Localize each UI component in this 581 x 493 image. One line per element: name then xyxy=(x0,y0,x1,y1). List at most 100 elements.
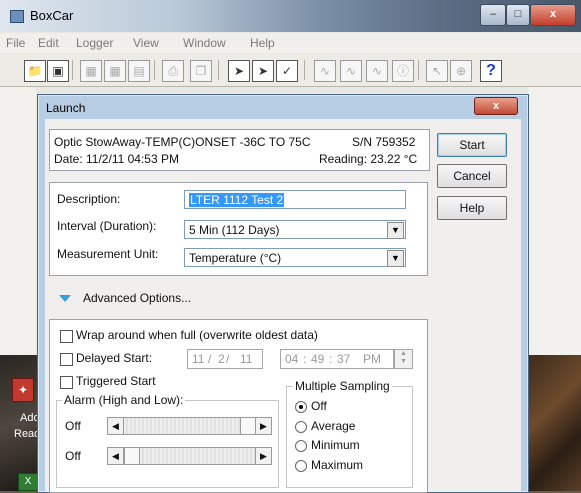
launch-date: Date: 11/2/11 04:53 PM xyxy=(54,152,179,166)
title-bar: BoxCar – □ x xyxy=(0,0,581,32)
logger-info-panel: Optic StowAway-TEMP(C)ONSET -36C TO 75C … xyxy=(49,129,430,171)
sampling-minimum-radio[interactable] xyxy=(295,440,307,452)
sampling-off-radio[interactable] xyxy=(295,401,307,413)
triangle-down-icon xyxy=(59,295,71,303)
print-icon[interactable]: ⎙ xyxy=(162,60,184,82)
excel-icon[interactable]: X xyxy=(18,473,38,491)
export-icon[interactable]: ▤ xyxy=(128,60,150,82)
spin-down-icon[interactable]: ▼ xyxy=(395,358,412,366)
cancel-button[interactable]: Cancel xyxy=(437,164,507,188)
alarm-high-slider[interactable]: ◀ ▶ xyxy=(107,417,272,435)
time-minute: 49 xyxy=(311,352,325,366)
chevron-down-icon[interactable]: ▼ xyxy=(387,250,404,267)
zoom-chart-icon[interactable]: ∿ xyxy=(366,60,388,82)
description-value: LTER 1112 Test 2 xyxy=(189,193,285,207)
unit-label: Measurement Unit: xyxy=(57,247,159,261)
dialog-close-button[interactable]: x xyxy=(474,97,518,115)
sampling-average-label: Average xyxy=(311,419,356,433)
menu-file[interactable]: File xyxy=(6,36,25,50)
menu-help[interactable]: Help xyxy=(250,36,275,50)
wrap-around-label: Wrap around when full (overwrite oldest … xyxy=(76,328,318,342)
description-label: Description: xyxy=(57,192,121,206)
serial-number: S/N 759352 xyxy=(352,135,416,149)
interval-select[interactable]: 5 Min (112 Days) ▼ xyxy=(184,220,406,239)
slider-left-arrow-icon[interactable]: ◀ xyxy=(108,448,124,464)
launch-parameters-panel: Description: LTER 1112 Test 2 Interval (… xyxy=(49,182,428,276)
menu-logger[interactable]: Logger xyxy=(76,36,113,50)
help-button[interactable]: Help xyxy=(437,196,507,220)
time-hour: 04 xyxy=(285,352,299,366)
alarm-group-title: Alarm (High and Low): xyxy=(62,393,186,407)
line-chart-icon[interactable]: ∿ xyxy=(314,60,336,82)
time-spinner[interactable]: ▲ ▼ xyxy=(394,349,413,369)
alarm-low-value: Off xyxy=(65,449,81,463)
advanced-options-panel: Wrap around when full (overwrite oldest … xyxy=(49,319,428,493)
wrap-around-checkbox[interactable] xyxy=(60,330,73,343)
sampling-off-label: Off xyxy=(311,399,327,413)
advanced-options-toggle[interactable]: Advanced Options... xyxy=(59,291,191,305)
open-folder-icon[interactable]: 📁 xyxy=(24,60,46,82)
slider-right-arrow-icon[interactable]: ▶ xyxy=(255,448,271,464)
zoom-icon[interactable]: ⊕ xyxy=(450,60,472,82)
menu-view[interactable]: View xyxy=(133,36,159,50)
date-day: 2 xyxy=(218,352,225,366)
start-button[interactable]: Start xyxy=(437,133,507,157)
spin-up-icon[interactable]: ▲ xyxy=(395,350,412,358)
copy-icon[interactable]: ❐ xyxy=(190,60,212,82)
help-icon[interactable]: ? xyxy=(480,60,502,82)
device-name: Optic StowAway-TEMP(C)ONSET -36C TO 75C xyxy=(54,135,311,149)
readout-icon[interactable]: ▦ xyxy=(80,60,102,82)
alarm-group: Alarm (High and Low): Off ◀ ▶ Off ◀ ▶ xyxy=(56,393,279,488)
adobe-reader-icon[interactable]: ✦ xyxy=(12,378,34,402)
launch-logger-icon[interactable]: ➤ xyxy=(228,60,250,82)
window-title: BoxCar xyxy=(30,8,74,23)
unit-value: Temperature (°C) xyxy=(189,251,282,265)
pointer-icon[interactable]: ↖ xyxy=(426,60,448,82)
menu-edit[interactable]: Edit xyxy=(38,36,59,50)
launch-dialog: Launch x Optic StowAway-TEMP(C)ONSET -36… xyxy=(37,94,529,493)
boxcar-app-icon xyxy=(10,10,24,23)
desktop-background-right xyxy=(527,355,581,491)
close-window-button[interactable]: x xyxy=(530,4,576,26)
interval-value: 5 Min (112 Days) xyxy=(189,223,280,237)
menu-window[interactable]: Window xyxy=(183,36,226,50)
slider-left-arrow-icon[interactable]: ◀ xyxy=(108,418,124,434)
advanced-options-label: Advanced Options... xyxy=(83,291,192,305)
minimize-button[interactable]: – xyxy=(480,4,506,26)
plot-icon[interactable]: ▦ xyxy=(104,60,126,82)
multiple-sampling-group: Multiple Sampling Off Average Minimum Ma… xyxy=(286,379,413,488)
alarm-low-slider[interactable]: ◀ ▶ xyxy=(107,447,272,465)
readout-logger-icon[interactable]: ➤ xyxy=(252,60,274,82)
sampling-average-radio[interactable] xyxy=(295,421,307,433)
delayed-start-time[interactable]: 04 : 49 : 37 PM xyxy=(280,349,394,369)
save-icon[interactable]: ▣ xyxy=(47,60,69,82)
sampling-maximum-radio[interactable] xyxy=(295,460,307,472)
time-ampm: PM xyxy=(363,352,381,366)
delayed-start-label: Delayed Start: xyxy=(76,351,153,365)
description-input[interactable]: LTER 1112 Test 2 xyxy=(184,190,406,209)
alarm-low-slider-thumb[interactable] xyxy=(124,448,140,464)
multiple-sampling-title: Multiple Sampling xyxy=(293,379,392,393)
info-icon[interactable]: ⓘ xyxy=(392,60,414,82)
menu-bar: File Edit Logger View Window Help xyxy=(0,33,581,53)
status-icon[interactable]: ✓ xyxy=(276,60,298,82)
maximize-button[interactable]: □ xyxy=(506,4,530,26)
sampling-maximum-label: Maximum xyxy=(311,458,364,472)
delayed-start-date[interactable]: 11 / 2 / 11 xyxy=(187,349,263,369)
measurement-unit-select[interactable]: Temperature (°C) ▼ xyxy=(184,248,406,267)
sampling-minimum-label: Minimum xyxy=(311,438,360,452)
dialog-body: Optic StowAway-TEMP(C)ONSET -36C TO 75C … xyxy=(45,119,521,493)
date-year: 11 xyxy=(240,352,253,366)
chevron-down-icon[interactable]: ▼ xyxy=(387,222,404,239)
current-reading: Reading: 23.22 °C xyxy=(319,152,418,166)
triggered-start-label: Triggered Start xyxy=(76,374,156,388)
alarm-high-value: Off xyxy=(65,419,81,433)
toolbar: 📁 ▣ ▦ ▦ ▤ ⎙ ❐ ➤ ➤ ✓ ∿ ∿ ∿ ⓘ ↖ ⊕ ? xyxy=(0,54,581,87)
points-chart-icon[interactable]: ∿ xyxy=(340,60,362,82)
date-month: 11 xyxy=(192,352,205,366)
alarm-high-slider-thumb[interactable] xyxy=(240,418,256,434)
delayed-start-checkbox[interactable] xyxy=(60,353,73,366)
triggered-start-checkbox[interactable] xyxy=(60,376,73,389)
slider-right-arrow-icon[interactable]: ▶ xyxy=(255,418,271,434)
dialog-title: Launch xyxy=(46,101,86,115)
